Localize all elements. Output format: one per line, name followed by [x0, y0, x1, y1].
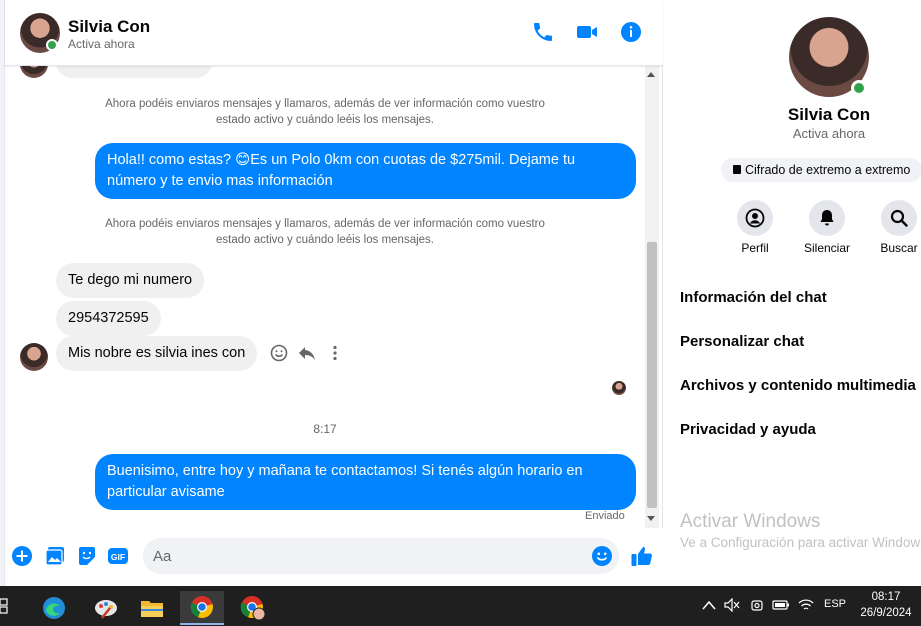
- contact-name[interactable]: Silvia Con: [68, 17, 150, 37]
- sticker-icon[interactable]: [76, 545, 98, 567]
- task-view-icon[interactable]: [0, 598, 12, 614]
- contact-avatar-small: [20, 66, 48, 78]
- svg-text:GIF: GIF: [111, 552, 125, 562]
- message-input[interactable]: [153, 538, 583, 574]
- phone-icon[interactable]: [531, 20, 555, 44]
- edge-icon: [43, 597, 65, 619]
- taskbar: ESP 08:17 26/9/2024: [0, 586, 921, 626]
- time-separator: 8:17: [313, 422, 337, 436]
- taskbar-clock[interactable]: 08:17 26/9/2024: [856, 589, 916, 621]
- more-options-icon[interactable]: [325, 343, 345, 363]
- menu-files-media[interactable]: Archivos y contenido multimedia: [680, 377, 916, 394]
- bell-icon: [820, 210, 834, 226]
- activate-windows-subtitle: Ve a Configuración para activar Windows.: [680, 535, 921, 550]
- file-explorer-taskbar-button[interactable]: [130, 591, 174, 625]
- reply-icon[interactable]: [297, 343, 317, 363]
- contact-status: Activa ahora: [68, 37, 135, 51]
- plus-icon[interactable]: [11, 545, 33, 567]
- clock-time: 08:17: [871, 591, 901, 603]
- battery-icon[interactable]: [772, 598, 790, 612]
- clock-date: 26/9/2024: [860, 607, 912, 619]
- chrome-icon: [240, 596, 266, 621]
- profile-button[interactable]: [737, 200, 773, 236]
- scroll-thumb[interactable]: [647, 242, 657, 508]
- camera-privacy-icon[interactable]: [750, 598, 764, 612]
- profile-label: Perfil: [741, 241, 769, 255]
- system-note: Ahora podéis enviaros mensajes y llamaro…: [105, 98, 545, 126]
- language-indicator[interactable]: ESP: [824, 598, 846, 610]
- chat-panel: Silvia Con Activa ahora Ahora podéis env…: [5, 0, 663, 586]
- info-icon[interactable]: [619, 20, 643, 44]
- read-receipt-avatar: [612, 381, 626, 395]
- photo-icon[interactable]: [44, 545, 66, 567]
- composer: GIF: [5, 528, 663, 586]
- edge-taskbar-button[interactable]: [32, 591, 76, 625]
- outgoing-message[interactable]: Buenisimo, entre hoy y mañana te contact…: [95, 454, 636, 510]
- sent-status: Enviado: [585, 510, 625, 522]
- chat-header: Silvia Con Activa ahora: [5, 0, 663, 66]
- chat-info-panel: Silvia Con Activa ahora Cifrado de extre…: [664, 0, 921, 586]
- video-icon[interactable]: [575, 20, 599, 44]
- search-icon: [890, 209, 908, 227]
- folder-icon: [141, 601, 163, 617]
- chrome-icon: [190, 596, 213, 619]
- scroll-down-arrow[interactable]: [647, 516, 655, 521]
- search-button[interactable]: [881, 200, 917, 236]
- gif-icon[interactable]: GIF: [107, 545, 129, 567]
- previous-message-bubble[interactable]: [56, 66, 212, 78]
- chrome-taskbar-button-active[interactable]: [180, 591, 224, 625]
- encryption-label: Cifrado de extremo a extremo: [745, 163, 911, 177]
- react-emoji-icon[interactable]: [269, 343, 289, 363]
- screen: Silvia Con Activa ahora Ahora podéis env…: [0, 0, 921, 626]
- profile-icon: [745, 208, 765, 228]
- online-indicator: [851, 80, 867, 96]
- search-label: Buscar: [880, 241, 918, 255]
- chrome-profile-taskbar-button[interactable]: [230, 591, 274, 625]
- message-input-wrapper[interactable]: [143, 538, 619, 574]
- online-indicator: [46, 39, 58, 51]
- encryption-badge[interactable]: Cifrado de extremo a extremo: [721, 158, 921, 182]
- profile-status: Activa ahora: [792, 126, 866, 141]
- contact-avatar-small: [20, 343, 48, 371]
- activate-windows-title: Activar Windows: [680, 511, 821, 532]
- scrollbar[interactable]: [645, 66, 659, 528]
- incoming-message[interactable]: 2954372595: [56, 301, 161, 336]
- profile-name: Silvia Con: [787, 105, 871, 124]
- scroll-up-arrow[interactable]: [647, 72, 655, 77]
- incoming-message[interactable]: Mis nobre es silvia ines con: [56, 336, 258, 371]
- emoji-icon[interactable]: [591, 545, 613, 567]
- message-list[interactable]: Ahora podéis enviaros mensajes y llamaro…: [5, 66, 663, 528]
- chevron-up-icon[interactable]: [702, 600, 716, 610]
- paint-icon: [95, 600, 117, 619]
- menu-privacy-help[interactable]: Privacidad y ayuda: [680, 421, 816, 438]
- incoming-message[interactable]: Te dego mi numero: [56, 263, 205, 298]
- volume-muted-icon[interactable]: [724, 598, 740, 612]
- mute-label: Silenciar: [803, 241, 851, 255]
- outgoing-message[interactable]: Hola!! como estas? 😊Es un Polo 0km con c…: [95, 143, 636, 199]
- mute-button[interactable]: [809, 200, 845, 236]
- system-note: Ahora podéis enviaros mensajes y llamaro…: [105, 218, 545, 246]
- wifi-icon[interactable]: [798, 598, 814, 612]
- menu-chat-info[interactable]: Información del chat: [680, 289, 827, 306]
- paint-taskbar-button[interactable]: [84, 591, 128, 625]
- lock-icon: [733, 165, 741, 174]
- like-icon[interactable]: [630, 544, 654, 568]
- menu-customize-chat[interactable]: Personalizar chat: [680, 333, 804, 350]
